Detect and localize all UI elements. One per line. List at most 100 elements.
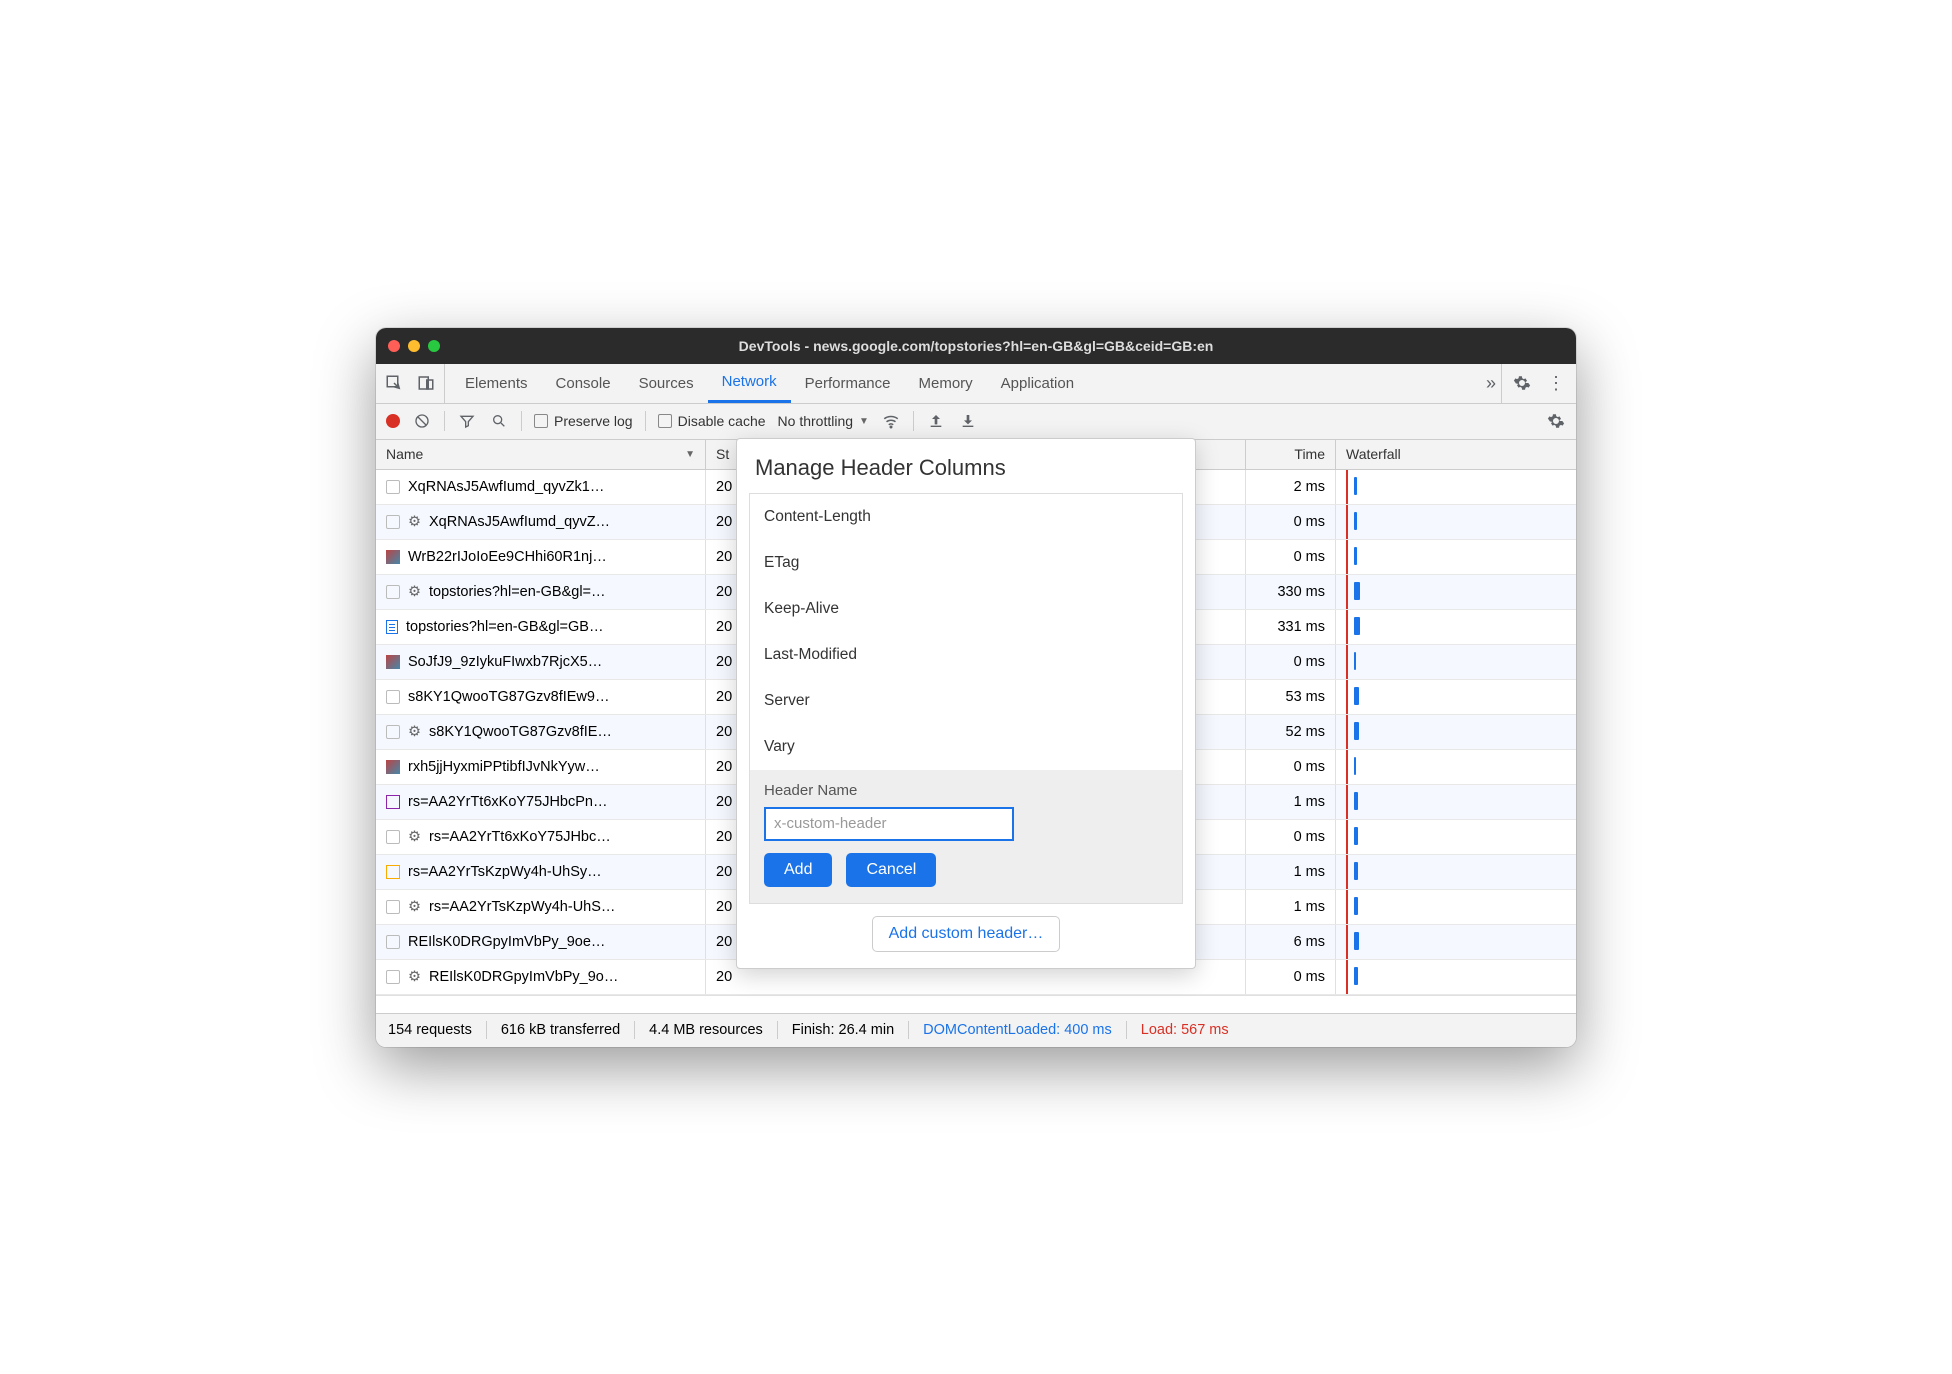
custom-header-section: Header Name Add Cancel [750, 770, 1182, 903]
throttling-select[interactable]: No throttling ▼ [778, 413, 869, 429]
request-name: rs=AA2YrTsKzpWy4h-UhS… [429, 899, 615, 915]
zoom-window[interactable] [428, 340, 440, 352]
traffic-lights [388, 340, 440, 352]
titlebar: DevTools - news.google.com/topstories?hl… [376, 328, 1576, 364]
file-type-icon [386, 655, 400, 669]
sb-requests: 154 requests [388, 1022, 472, 1038]
kebab-menu-icon[interactable]: ⋮ [1546, 373, 1566, 393]
waterfall-bar [1354, 792, 1358, 810]
request-name: s8KY1QwooTG87Gzv8fIE… [429, 724, 612, 740]
header-option[interactable]: Content-Length [750, 494, 1182, 540]
waterfall-bar [1354, 722, 1359, 740]
gear-icon: ⚙ [408, 969, 421, 985]
request-name: rxh5jjHyxmiPPtibfIJvNkYyw… [408, 759, 600, 775]
request-status: 20 [716, 934, 732, 950]
request-time: 0 ms [1294, 549, 1325, 565]
request-status: 20 [716, 689, 732, 705]
toolbar-settings-icon[interactable] [1546, 411, 1566, 431]
wifi-icon[interactable] [881, 411, 901, 431]
request-time: 2 ms [1294, 479, 1325, 495]
network-toolbar: Preserve log Disable cache No throttling… [376, 404, 1576, 440]
request-status: 20 [716, 864, 732, 880]
gear-icon: ⚙ [408, 829, 421, 845]
request-status: 20 [716, 619, 732, 635]
header-option[interactable]: Keep-Alive [750, 586, 1182, 632]
disable-cache-checkbox[interactable]: Disable cache [658, 413, 766, 429]
sort-icon: ▼ [685, 449, 695, 460]
request-name: topstories?hl=en-GB&gl=… [429, 584, 606, 600]
sb-dcl: DOMContentLoaded: 400 ms [923, 1022, 1112, 1038]
waterfall-bar [1354, 687, 1359, 705]
column-name[interactable]: Name ▼ [376, 440, 706, 469]
tab-performance[interactable]: Performance [791, 364, 905, 403]
waterfall-bar [1354, 512, 1357, 530]
file-type-icon [386, 760, 400, 774]
record-button[interactable] [386, 414, 400, 428]
search-icon[interactable] [489, 411, 509, 431]
request-time: 6 ms [1294, 934, 1325, 950]
tab-network[interactable]: Network [708, 364, 791, 403]
device-toggle-icon[interactable] [416, 373, 436, 393]
file-type-icon [386, 620, 398, 634]
waterfall-bar [1354, 897, 1358, 915]
request-time: 1 ms [1294, 899, 1325, 915]
column-waterfall[interactable]: Waterfall [1336, 440, 1576, 469]
header-option[interactable]: Last-Modified [750, 632, 1182, 678]
request-status: 20 [716, 829, 732, 845]
waterfall-bar [1354, 617, 1360, 635]
disable-cache-label: Disable cache [678, 413, 766, 429]
request-name: rs=AA2YrTt6xKoY75JHbcPn… [408, 794, 607, 810]
filter-icon[interactable] [457, 411, 477, 431]
settings-gear-icon[interactable] [1512, 373, 1532, 393]
close-window[interactable] [388, 340, 400, 352]
waterfall-bar [1354, 757, 1356, 775]
add-button[interactable]: Add [764, 853, 832, 887]
tab-memory[interactable]: Memory [905, 364, 987, 403]
file-type-icon [386, 935, 400, 949]
request-name: XqRNAsJ5AwfIumd_qyvZk1… [408, 479, 604, 495]
preserve-log-checkbox[interactable]: Preserve log [534, 413, 633, 429]
throttling-label: No throttling [778, 413, 853, 429]
upload-icon[interactable] [926, 411, 946, 431]
file-type-icon [386, 865, 400, 879]
request-status: 20 [716, 759, 732, 775]
chevron-down-icon: ▼ [859, 416, 869, 427]
tab-application[interactable]: Application [987, 364, 1088, 403]
preserve-log-label: Preserve log [554, 413, 633, 429]
sb-finish: Finish: 26.4 min [792, 1022, 894, 1038]
window-title: DevTools - news.google.com/topstories?hl… [739, 338, 1214, 354]
tab-console[interactable]: Console [542, 364, 625, 403]
request-status: 20 [716, 654, 732, 670]
minimize-window[interactable] [408, 340, 420, 352]
waterfall-bar [1354, 652, 1356, 670]
request-name: topstories?hl=en-GB&gl=GB… [406, 619, 603, 635]
file-type-icon [386, 480, 400, 494]
waterfall-bar [1354, 547, 1357, 565]
clear-icon[interactable] [412, 411, 432, 431]
download-icon[interactable] [958, 411, 978, 431]
file-box-icon [386, 725, 400, 739]
inspect-icon[interactable] [384, 373, 404, 393]
header-option[interactable]: ETag [750, 540, 1182, 586]
waterfall-bar [1354, 967, 1358, 985]
request-time: 0 ms [1294, 759, 1325, 775]
devtools-window: DevTools - news.google.com/topstories?hl… [376, 328, 1576, 1047]
gear-icon: ⚙ [408, 899, 421, 915]
file-box-icon [386, 585, 400, 599]
tab-sources[interactable]: Sources [625, 364, 708, 403]
tab-elements[interactable]: Elements [451, 364, 542, 403]
custom-header-label: Header Name [764, 782, 1168, 799]
add-custom-header-button[interactable]: Add custom header… [872, 916, 1061, 952]
request-status: 20 [716, 969, 732, 985]
cancel-button[interactable]: Cancel [846, 853, 936, 887]
file-box-icon [386, 970, 400, 984]
more-tabs-icon[interactable]: » [1481, 373, 1501, 393]
header-option[interactable]: Server [750, 678, 1182, 724]
waterfall-bar [1354, 862, 1358, 880]
sb-load: Load: 567 ms [1141, 1022, 1229, 1038]
header-option[interactable]: Vary [750, 724, 1182, 770]
waterfall-bar [1354, 477, 1357, 495]
column-time[interactable]: Time [1246, 440, 1336, 469]
custom-header-input[interactable] [764, 807, 1014, 841]
waterfall-bar [1354, 827, 1358, 845]
